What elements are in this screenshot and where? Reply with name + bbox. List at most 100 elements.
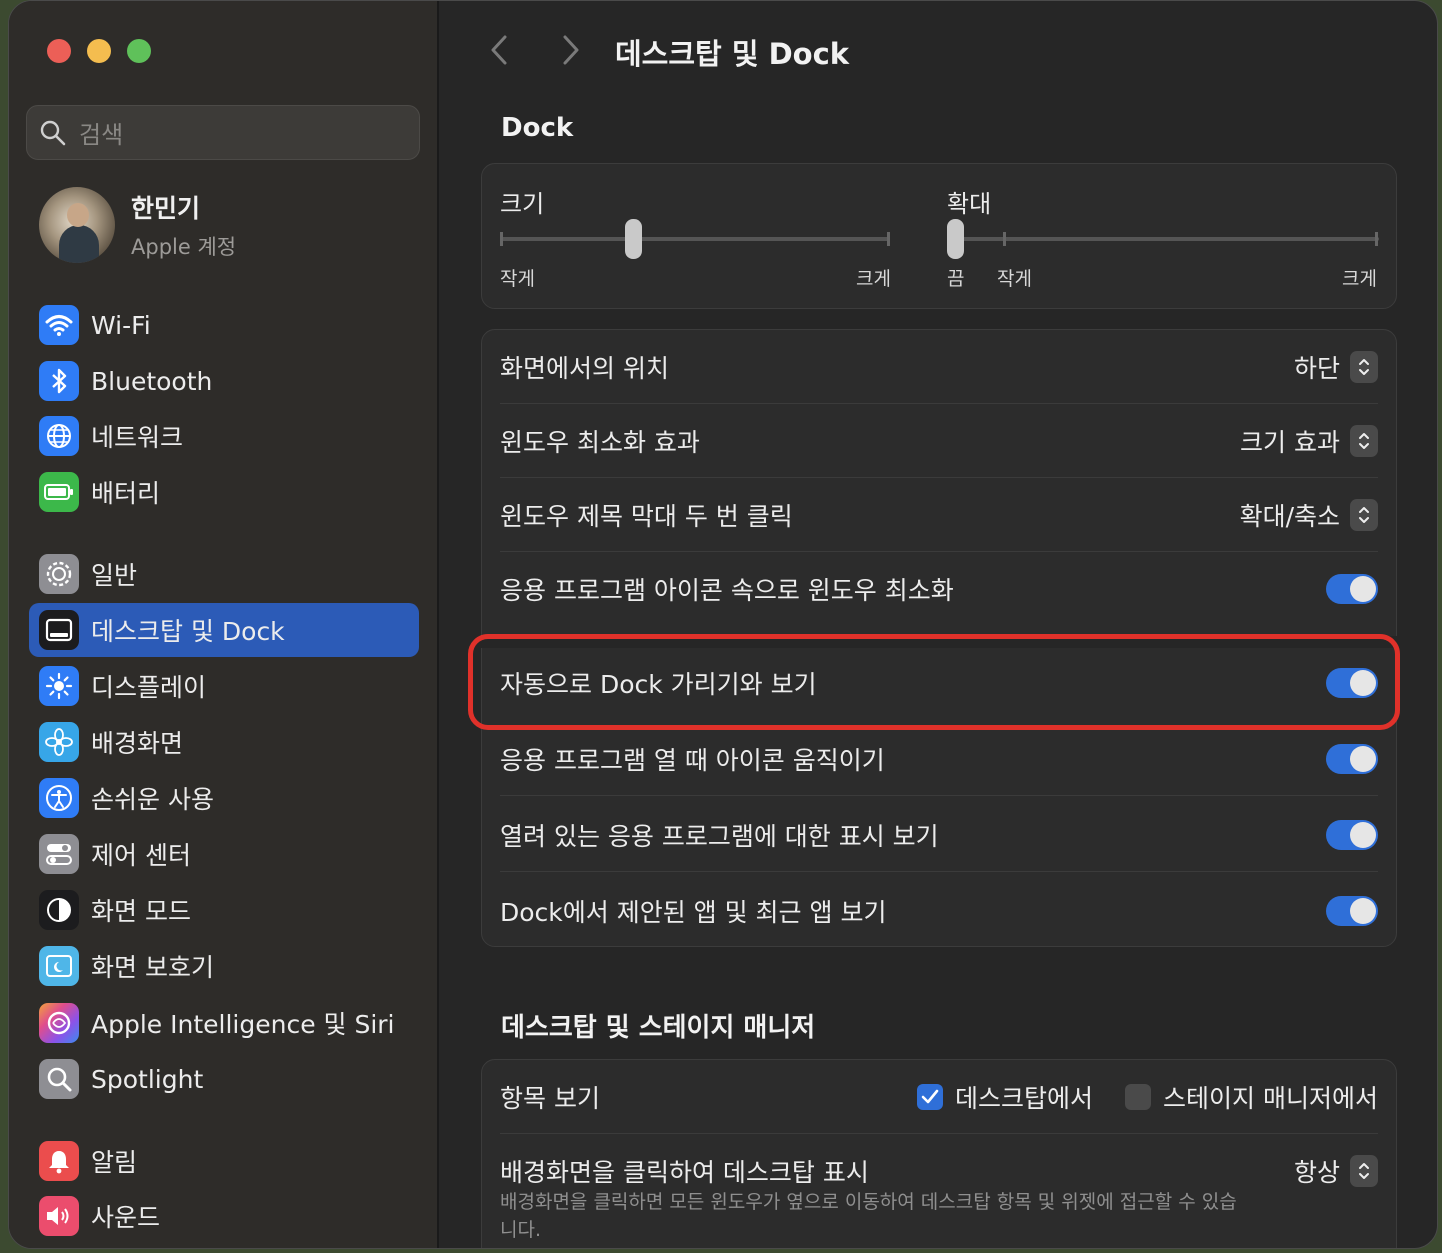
in-stage-manager-checkbox[interactable]: 스테이지 매니저에서 [1125,1079,1378,1115]
sidebar-item-wifi[interactable]: Wi-Fi [29,298,419,352]
sidebar-item-general[interactable]: 일반 [29,547,419,601]
minimize-into-icon-label: 응용 프로그램 아이콘 속으로 윈도우 최소화 [500,576,954,605]
forward-chevron-icon[interactable] [555,33,585,67]
on-desktop-checkbox[interactable]: 데스크탑에서 [917,1079,1093,1115]
magnifier-icon [39,1059,79,1099]
minimize-effect-value: 크기 효과 [1240,427,1340,457]
position-label: 화면에서의 위치 [500,353,669,383]
title-doubleclick-label: 윈도우 제목 막대 두 번 클릭 [500,501,793,531]
title-doubleclick-popup[interactable]: 확대/축소 [1240,497,1378,533]
accessibility-icon [39,778,79,818]
sidebar-item-label: 배경화면 [91,729,184,758]
show-items-label: 항목 보기 [500,1083,600,1113]
show-indicators-label: 열려 있는 응용 프로그램에 대한 표시 보기 [500,821,939,851]
magnify-label: 확대 [947,190,992,218]
sidebar-item-desktop-dock[interactable]: 데스크탑 및 Dock [29,603,419,657]
sidebar-item-label: 배터리 [91,479,161,508]
sidebar-item-label: 화면 모드 [91,897,191,926]
title-doubleclick-value: 확대/축소 [1239,501,1340,531]
size-tick-min [500,232,503,246]
autohide-dock-toggle[interactable] [1326,668,1378,698]
title-doubleclick-row: 윈도우 제목 막대 두 번 클릭 확대/축소 [500,478,1378,552]
wifi-icon [39,305,79,345]
size-slider-track[interactable] [500,237,890,241]
minimize-effect-popup[interactable]: 크기 효과 [1240,423,1378,459]
click-wallpaper-popup[interactable]: 항상 [1294,1153,1378,1189]
back-chevron-icon[interactable] [485,33,515,67]
minimize-button[interactable] [87,39,111,63]
show-indicators-row: 열려 있는 응용 프로그램에 대한 표시 보기 [500,798,1378,872]
updown-chevron-icon [1350,1155,1378,1187]
sidebar-item-screensaver[interactable]: 화면 보호기 [29,939,419,993]
show-indicators-toggle[interactable] [1326,819,1378,850]
autohide-dock-label: 자동으로 Dock 가리기와 보기 [500,670,817,699]
suggested-apps-row: Dock에서 제안된 앱 및 최근 앱 보기 [500,874,1378,948]
minimize-into-icon-toggle[interactable] [1326,574,1378,604]
battery-icon [39,472,79,512]
sidebar-item-label: Bluetooth [91,366,213,396]
sidebar-item-siri[interactable]: Apple Intelligence 및 Siri [29,996,419,1050]
size-tick-max [887,232,890,246]
sidebar-item-label: 제어 센터 [91,841,191,870]
updown-chevron-icon [1350,350,1378,383]
dock-icon [39,610,79,650]
screensaver-icon [39,946,79,986]
stage-manager-card: 항목 보기 데스크탑에서 스테이지 매니저에서 배경화면을 클릭하여 데스크탑 … [481,1059,1397,1248]
sidebar-item-wallpaper[interactable]: 배경화면 [29,715,419,769]
sidebar-item-battery[interactable]: 배터리 [29,465,419,519]
profile-subtitle: Apple 계정 [131,235,237,259]
sidebar-item-label: 손쉬운 사용 [91,785,214,814]
account-profile[interactable]: 한민기 Apple 계정 [39,187,236,263]
profile-name: 한민기 [131,194,201,223]
animate-opening-toggle[interactable] [1326,743,1378,774]
sidebar-item-sound[interactable]: 사운드 [29,1189,419,1243]
avatar [39,187,115,263]
sidebar-item-label: Wi-Fi [91,310,151,340]
zoom-button[interactable] [127,39,151,63]
sidebar-item-control-center[interactable]: 제어 센터 [29,827,419,881]
magnify-tick-min [1003,232,1006,246]
sidebar-item-appearance[interactable]: 화면 모드 [29,883,419,937]
sidebar-item-accessibility[interactable]: 손쉬운 사용 [29,771,419,825]
appearance-icon [39,890,79,930]
sidebar-item-bluetooth[interactable]: Bluetooth [29,354,419,408]
minimize-into-icon-row: 응용 프로그램 아이콘 속으로 윈도우 최소화 [500,552,1378,626]
close-button[interactable] [47,39,71,63]
suggested-apps-toggle[interactable] [1326,896,1378,926]
sidebar-item-spotlight[interactable]: Spotlight [29,1052,419,1106]
size-max-label: 크게 [856,268,891,290]
size-slider-knob[interactable] [624,219,642,259]
sidebar-item-label: 사운드 [91,1203,161,1232]
flower-icon [39,722,79,762]
checkmark-icon [917,1083,944,1110]
settings-window: 검색 한민기 Apple 계정 Wi-Fi Bluetooth 네트워크 배터리… [8,0,1438,1249]
magnify-max-label: 크게 [1342,268,1377,290]
position-row: 화면에서의 위치 하단 [500,330,1378,404]
sun-icon [39,666,79,706]
section-title-dock: Dock [501,113,574,143]
switches-icon [39,834,79,874]
sidebar: 검색 한민기 Apple 계정 Wi-Fi Bluetooth 네트워크 배터리… [9,1,439,1248]
sidebar-item-label: 화면 보호기 [91,953,214,982]
gear-icon [39,554,79,594]
window-controls [47,39,151,63]
speaker-icon [39,1196,79,1236]
position-value: 하단 [1293,353,1340,383]
animate-opening-row: 응용 프로그램 열 때 아이콘 움직이기 [500,722,1378,796]
search-input[interactable]: 검색 [26,105,420,160]
empty-checkbox-icon [1125,1083,1152,1110]
sidebar-item-network[interactable]: 네트워크 [29,409,419,463]
animate-opening-label: 응용 프로그램 열 때 아이콘 움직이기 [500,745,885,775]
show-items-row: 항목 보기 데스크탑에서 스테이지 매니저에서 [500,1060,1378,1134]
position-popup[interactable]: 하단 [1294,349,1378,385]
sidebar-item-label: 디스플레이 [91,673,207,702]
sidebar-item-display[interactable]: 디스플레이 [29,659,419,713]
magnify-slider-knob[interactable] [947,219,964,259]
click-wallpaper-description: 배경화면을 클릭하면 모든 윈도우가 옆으로 이동하여 데스크탑 항목 및 위젯… [500,1191,1237,1241]
search-icon [40,120,66,145]
sidebar-item-notifications[interactable]: 알림 [29,1134,419,1188]
magnify-slider-track[interactable] [947,237,1379,241]
sidebar-item-label: 네트워크 [91,423,184,452]
updown-chevron-icon [1350,498,1378,531]
click-wallpaper-label: 배경화면을 클릭하여 데스크탑 표시 [500,1158,869,1187]
